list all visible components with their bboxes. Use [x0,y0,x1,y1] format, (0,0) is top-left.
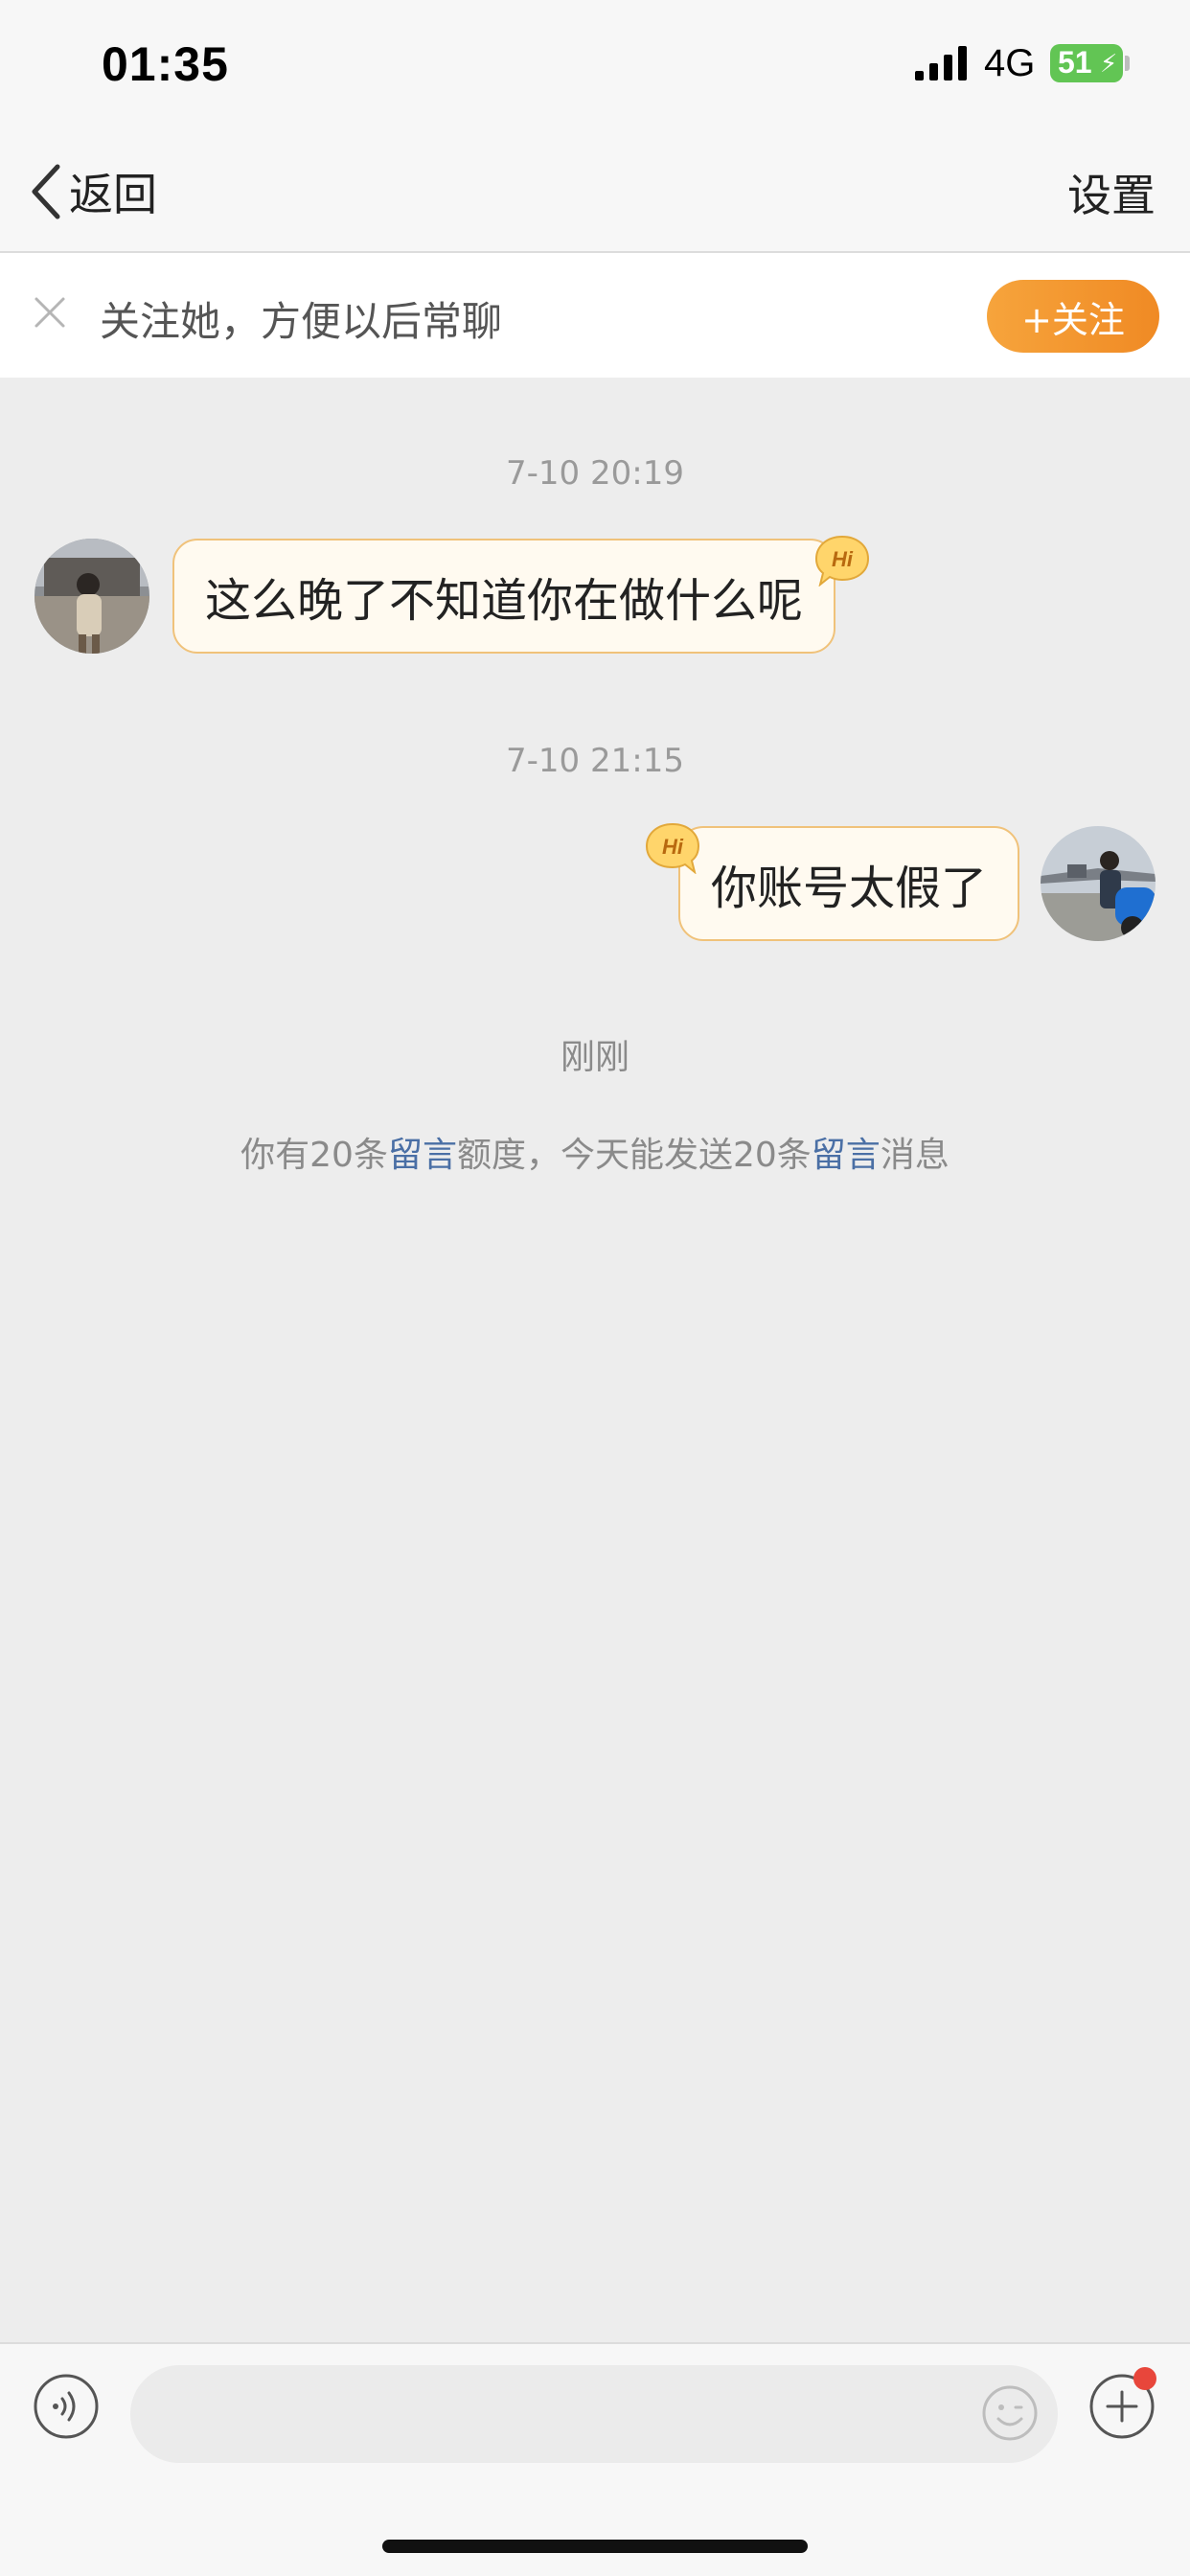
follow-button[interactable]: +关注 [987,280,1159,353]
back-label: 返回 [69,169,157,220]
chevron-left-icon [32,164,60,219]
settings-button[interactable]: 设置 [1067,161,1156,224]
message-quota-notice: 你有20条留言额度，今天能发送20条留言消息 [0,1127,1190,1177]
battery-percent: 51 [1058,45,1092,80]
emoji-icon[interactable] [981,2384,1039,2442]
message-text: 你账号太假了 [711,862,988,915]
charging-bolt-icon: ⚡ [1100,50,1118,79]
notification-dot [1133,2367,1156,2390]
status-bar: 01:35 4G 51 ⚡ [0,0,1190,134]
nav-bar: 返回 设置 [0,134,1190,253]
my-avatar-image [1041,826,1156,941]
leave-message-link[interactable]: 留言 [812,1136,881,1175]
message-input[interactable] [130,2365,1058,2463]
outgoing-message-bubble[interactable]: 你账号太假了 [678,826,1020,941]
close-icon[interactable] [33,295,67,330]
input-bar [0,2342,1190,2576]
hi-greeting-badge-icon: Hi [645,822,700,874]
incoming-message-bubble[interactable]: 这么晚了不知道你在做什么呢 [172,539,836,654]
contact-avatar-image [34,539,149,654]
chat-screen: 01:35 4G 51 ⚡ 返回 设置 关注她，方便以后常聊 +关注 7-10 … [0,0,1190,2576]
my-avatar[interactable] [1041,826,1156,941]
network-type-label: 4G [984,42,1036,84]
message-text: 这么晚了不知道你在做什么呢 [205,574,804,628]
leave-message-link[interactable]: 留言 [388,1136,457,1175]
voice-input-icon[interactable] [33,2373,100,2440]
quota-middle: 额度，今天能发送20条 [456,1136,812,1175]
cellular-signal-icon [915,46,967,80]
contact-avatar[interactable] [34,539,149,654]
hi-badge-label: Hi [662,835,684,859]
back-button[interactable]: 返回 [29,153,157,230]
follow-hint-text: 关注她，方便以后常聊 [100,298,503,345]
recent-time-label: 刚刚 [560,1038,629,1077]
quota-suffix: 消息 [880,1136,950,1175]
battery-icon: 51 ⚡ [1050,44,1123,82]
hi-greeting-badge-icon: Hi [814,535,870,586]
message-timestamp: 7-10 20:19 [506,454,684,493]
follow-banner: 关注她，方便以后常聊 +关注 [0,253,1190,378]
hi-badge-label: Hi [832,547,854,571]
status-time: 01:35 [102,37,229,91]
battery-cap [1125,56,1130,71]
quota-prefix: 你有20条 [240,1136,388,1175]
home-indicator[interactable] [382,2540,808,2553]
message-timestamp: 7-10 21:15 [506,742,684,780]
